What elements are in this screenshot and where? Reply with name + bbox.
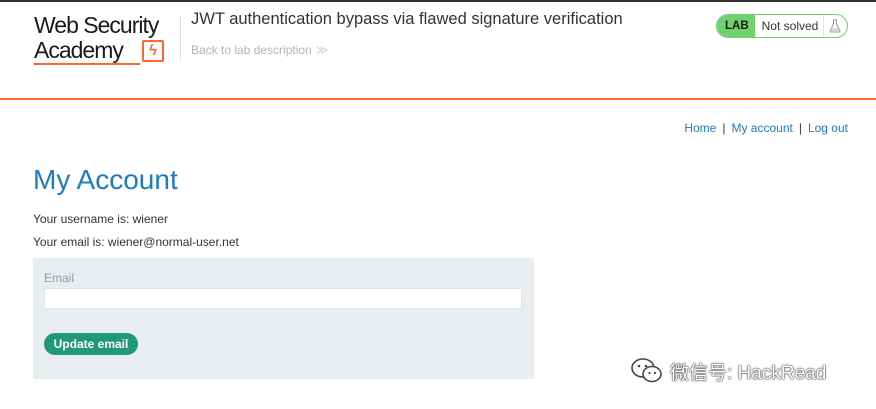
flask-icon xyxy=(822,15,847,37)
wechat-icon xyxy=(631,358,662,383)
logo-text-line1: Web Security xyxy=(34,12,159,38)
back-to-description-link[interactable]: Back to lab description ≫ xyxy=(191,43,328,57)
watermark-text: 微信号: HackRead xyxy=(670,362,827,384)
back-link-label: Back to lab description xyxy=(191,43,312,57)
username-info: Your username is: wiener xyxy=(33,212,168,226)
lab-status-text: Not solved xyxy=(761,19,819,33)
page: Web Security Academy ϟ JWT authenticatio… xyxy=(0,0,876,409)
page-title: My Account xyxy=(33,164,178,195)
update-email-button[interactable]: Update email xyxy=(44,333,138,355)
account-nav: Home | My account | Log out xyxy=(684,121,848,135)
logo-bolt-icon: ϟ xyxy=(142,40,164,62)
lab-status-widget: LAB Not solved xyxy=(716,14,848,38)
nav-logout-link[interactable]: Log out xyxy=(808,121,848,135)
logo-text-line2: Academy xyxy=(34,37,124,63)
double-chevron-right-icon: ≫ xyxy=(315,43,329,57)
change-email-form: Email Update email xyxy=(33,258,534,379)
watermark: 微信号: HackRead xyxy=(630,356,826,386)
logo-underline xyxy=(34,63,140,65)
email-field[interactable] xyxy=(44,288,522,309)
academy-logo[interactable]: Web Security Academy ϟ xyxy=(34,12,174,67)
header-divider xyxy=(180,16,181,60)
nav-home-link[interactable]: Home xyxy=(684,121,716,135)
nav-my-account-link[interactable]: My account xyxy=(731,121,792,135)
nav-separator: | xyxy=(722,121,726,135)
nav-separator: | xyxy=(798,121,802,135)
email-info: Your email is: wiener@normal-user.net xyxy=(33,235,239,249)
lab-badge: LAB xyxy=(717,15,755,37)
lab-title: JWT authentication bypass via flawed sig… xyxy=(191,10,623,28)
email-label: Email xyxy=(44,271,75,285)
lab-header: Web Security Academy ϟ JWT authenticatio… xyxy=(0,0,876,100)
